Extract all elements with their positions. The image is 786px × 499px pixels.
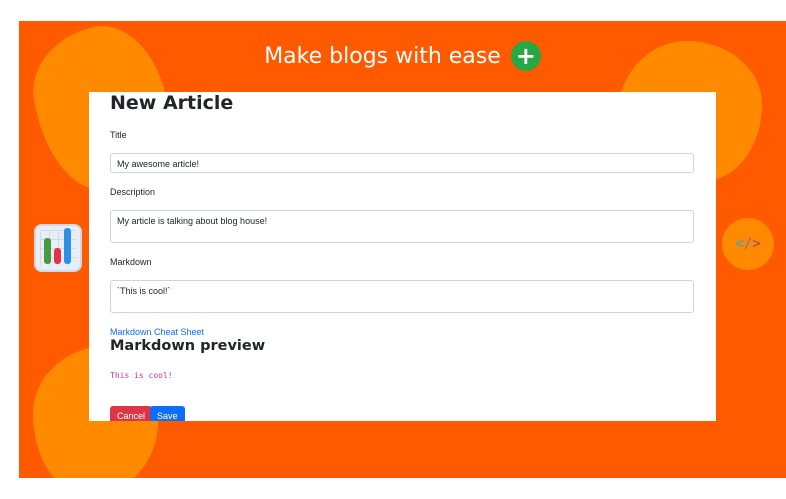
chart-bar-green xyxy=(44,238,51,264)
chart-bar-blue xyxy=(64,228,71,264)
code-icon: </> xyxy=(722,218,774,270)
markdown-textarea[interactable]: `This is cool!` xyxy=(110,280,694,313)
markdown-preview-heading: Markdown preview xyxy=(110,338,266,354)
title-label: Title xyxy=(110,130,127,140)
hero-headline: Make blogs with ease + xyxy=(19,41,786,71)
markdown-preview-content: This is cool! xyxy=(110,371,173,380)
markdown-label: Markdown xyxy=(110,257,152,267)
headline-text: Make blogs with ease xyxy=(264,43,501,69)
bar-chart-icon xyxy=(34,224,82,272)
add-circle-icon[interactable]: + xyxy=(510,41,541,71)
new-article-card: New Article Title My awesome article! De… xyxy=(89,92,716,421)
description-textarea-value: My article is talking about blog house! xyxy=(117,216,268,226)
hero-background: Make blogs with ease + </> New Article T… xyxy=(19,21,786,478)
markdown-cheat-sheet-link[interactable]: Markdown Cheat Sheet xyxy=(110,327,204,337)
markdown-textarea-value: `This is cool!` xyxy=(117,286,171,296)
description-textarea[interactable]: My article is talking about blog house! xyxy=(110,210,694,243)
save-button[interactable]: Save xyxy=(150,406,185,421)
title-input-value: My awesome article! xyxy=(117,159,200,169)
code-icon-glyph: </> xyxy=(735,236,761,252)
title-input[interactable]: My awesome article! xyxy=(110,153,694,173)
description-label: Description xyxy=(110,187,156,197)
cancel-button[interactable]: Cancel xyxy=(110,406,153,421)
page-title: New Article xyxy=(110,92,234,114)
chart-bar-red xyxy=(54,248,61,264)
